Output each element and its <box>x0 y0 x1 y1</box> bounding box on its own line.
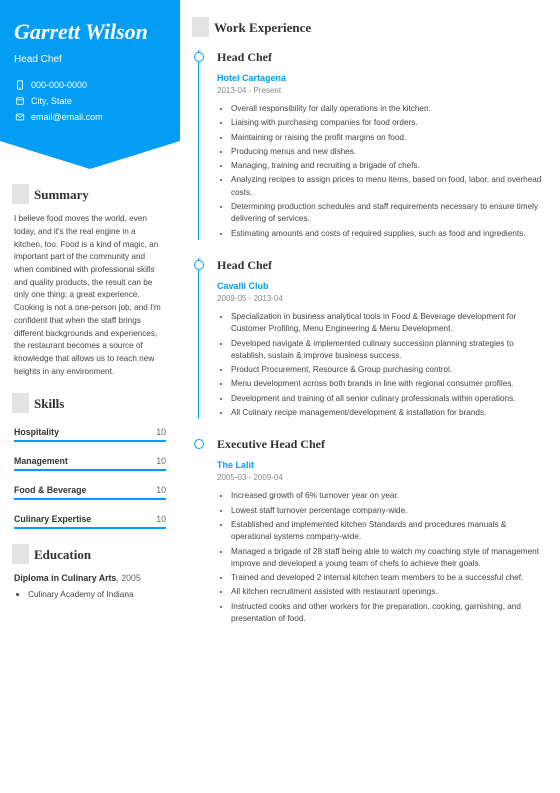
contact-location: City, State <box>14 95 166 106</box>
job-bullet: Determining production schedules and sta… <box>231 201 542 226</box>
summary-text: I believe food moves the world, even tod… <box>14 213 166 378</box>
job-dates: 2013-04 - Present <box>217 86 542 95</box>
job-bullet: Developed navigate & implemented culinar… <box>231 338 542 363</box>
job-bullet: Overall responsibility for daily operati… <box>231 103 542 115</box>
skill-row: Food & Beverage 10 <box>14 480 166 500</box>
candidate-name: Garrett Wilson <box>14 20 166 44</box>
skill-row: Culinary Expertise 10 <box>14 509 166 529</box>
skill-value: 10 <box>156 485 166 495</box>
job-bullet: Managed a brigade of 28 staff being able… <box>231 546 542 571</box>
skills-list: Hospitality10Management10Food & Beverage… <box>14 422 166 529</box>
skill-name: Culinary Expertise <box>14 514 91 524</box>
education-school: Culinary Academy of Indiana <box>28 589 166 599</box>
job-bullet: Maintaining or raising the profit margin… <box>231 132 542 144</box>
job-bullet: Producing menus and new dishes. <box>231 146 542 158</box>
contact-email: email@email.com <box>14 111 166 122</box>
email-text: email@email.com <box>31 112 103 122</box>
skill-row: Hospitality 10 <box>14 422 166 442</box>
job-bullet: Menu development across both brands in l… <box>231 378 542 390</box>
job-bullet: Development and training of all senior c… <box>231 393 542 405</box>
skill-value: 10 <box>156 514 166 524</box>
sidebar: Garrett Wilson Head Chef 000-000-0000 Ci… <box>0 0 180 793</box>
candidate-role: Head Chef <box>14 54 166 65</box>
skill-row: Management 10 <box>14 451 166 471</box>
hero-banner: Garrett Wilson Head Chef 000-000-0000 Ci… <box>0 0 180 141</box>
job-bullet: All kitchen recruitment assisted with re… <box>231 586 542 598</box>
main-content: Work Experience Head Chef Hotel Cartagena… <box>180 0 560 793</box>
job-dates: 2009-05 - 2013-04 <box>217 294 542 303</box>
job-bullet: Estimating amounts and costs of required… <box>231 228 542 240</box>
skill-name: Food & Beverage <box>14 485 86 495</box>
job-bullet: Product Procurement, Resource & Group pu… <box>231 364 542 376</box>
summary-heading: Summary <box>14 187 166 203</box>
job-bullet: All Culinary recipe management/developme… <box>231 407 542 419</box>
sidebar-body: Summary I believe food moves the world, … <box>0 141 180 613</box>
job-bullets: Increased growth of 6% turnover year on … <box>217 490 542 625</box>
skills-heading: Skills <box>14 396 166 412</box>
skill-name: Management <box>14 456 68 466</box>
job-company: The Lalit <box>217 460 542 470</box>
skill-value: 10 <box>156 456 166 466</box>
contact-phone: 000-000-0000 <box>14 79 166 90</box>
skill-value: 10 <box>156 427 166 437</box>
email-icon <box>14 111 25 122</box>
resume-page: Garrett Wilson Head Chef 000-000-0000 Ci… <box>0 0 560 793</box>
job-bullet: Established and implemented kitchen Stan… <box>231 519 542 544</box>
job-company: Cavalli Club <box>217 281 542 291</box>
job-entry: Head Chef Cavalli Club 2009-05 - 2013-04 Sp… <box>198 258 542 419</box>
job-title: Head Chef <box>217 50 542 65</box>
job-bullet: Analyzing recipes to assign prices to me… <box>231 174 542 199</box>
job-bullet: Managing, training and recruiting a brig… <box>231 160 542 172</box>
jobs-list: Head Chef Hotel Cartagena 2013-04 - Presen… <box>194 50 542 625</box>
job-bullet: Liaising with purchasing companies for f… <box>231 117 542 129</box>
job-dates: 2005-03 - 2009-04 <box>217 473 542 482</box>
job-bullet: Instructed cooks and other workers for t… <box>231 601 542 626</box>
education-school-list: Culinary Academy of Indiana <box>14 589 166 599</box>
skill-name: Hospitality <box>14 427 59 437</box>
phone-text: 000-000-0000 <box>31 80 87 90</box>
job-bullet: Trained and developed 2 internal kitchen… <box>231 572 542 584</box>
education-degree: Diploma in Culinary Arts, 2005 <box>14 573 166 583</box>
job-company: Hotel Cartagena <box>217 73 542 83</box>
job-entry: Head Chef Hotel Cartagena 2013-04 - Presen… <box>198 50 542 240</box>
phone-icon <box>14 79 25 90</box>
job-entry: Executive Head Chef The Lalit 2005-03 - 20… <box>198 437 542 625</box>
job-bullets: Specialization in business analytical to… <box>217 311 542 419</box>
job-bullets: Overall responsibility for daily operati… <box>217 103 542 240</box>
education-heading: Education <box>14 547 166 563</box>
location-icon <box>14 95 25 106</box>
job-bullet: Specialization in business analytical to… <box>231 311 542 336</box>
job-title: Executive Head Chef <box>217 437 542 452</box>
job-bullet: Lowest staff turnover percentage company… <box>231 505 542 517</box>
work-heading: Work Experience <box>194 20 542 36</box>
job-title: Head Chef <box>217 258 542 273</box>
location-text: City, State <box>31 96 72 106</box>
job-bullet: Increased growth of 6% turnover year on … <box>231 490 542 502</box>
